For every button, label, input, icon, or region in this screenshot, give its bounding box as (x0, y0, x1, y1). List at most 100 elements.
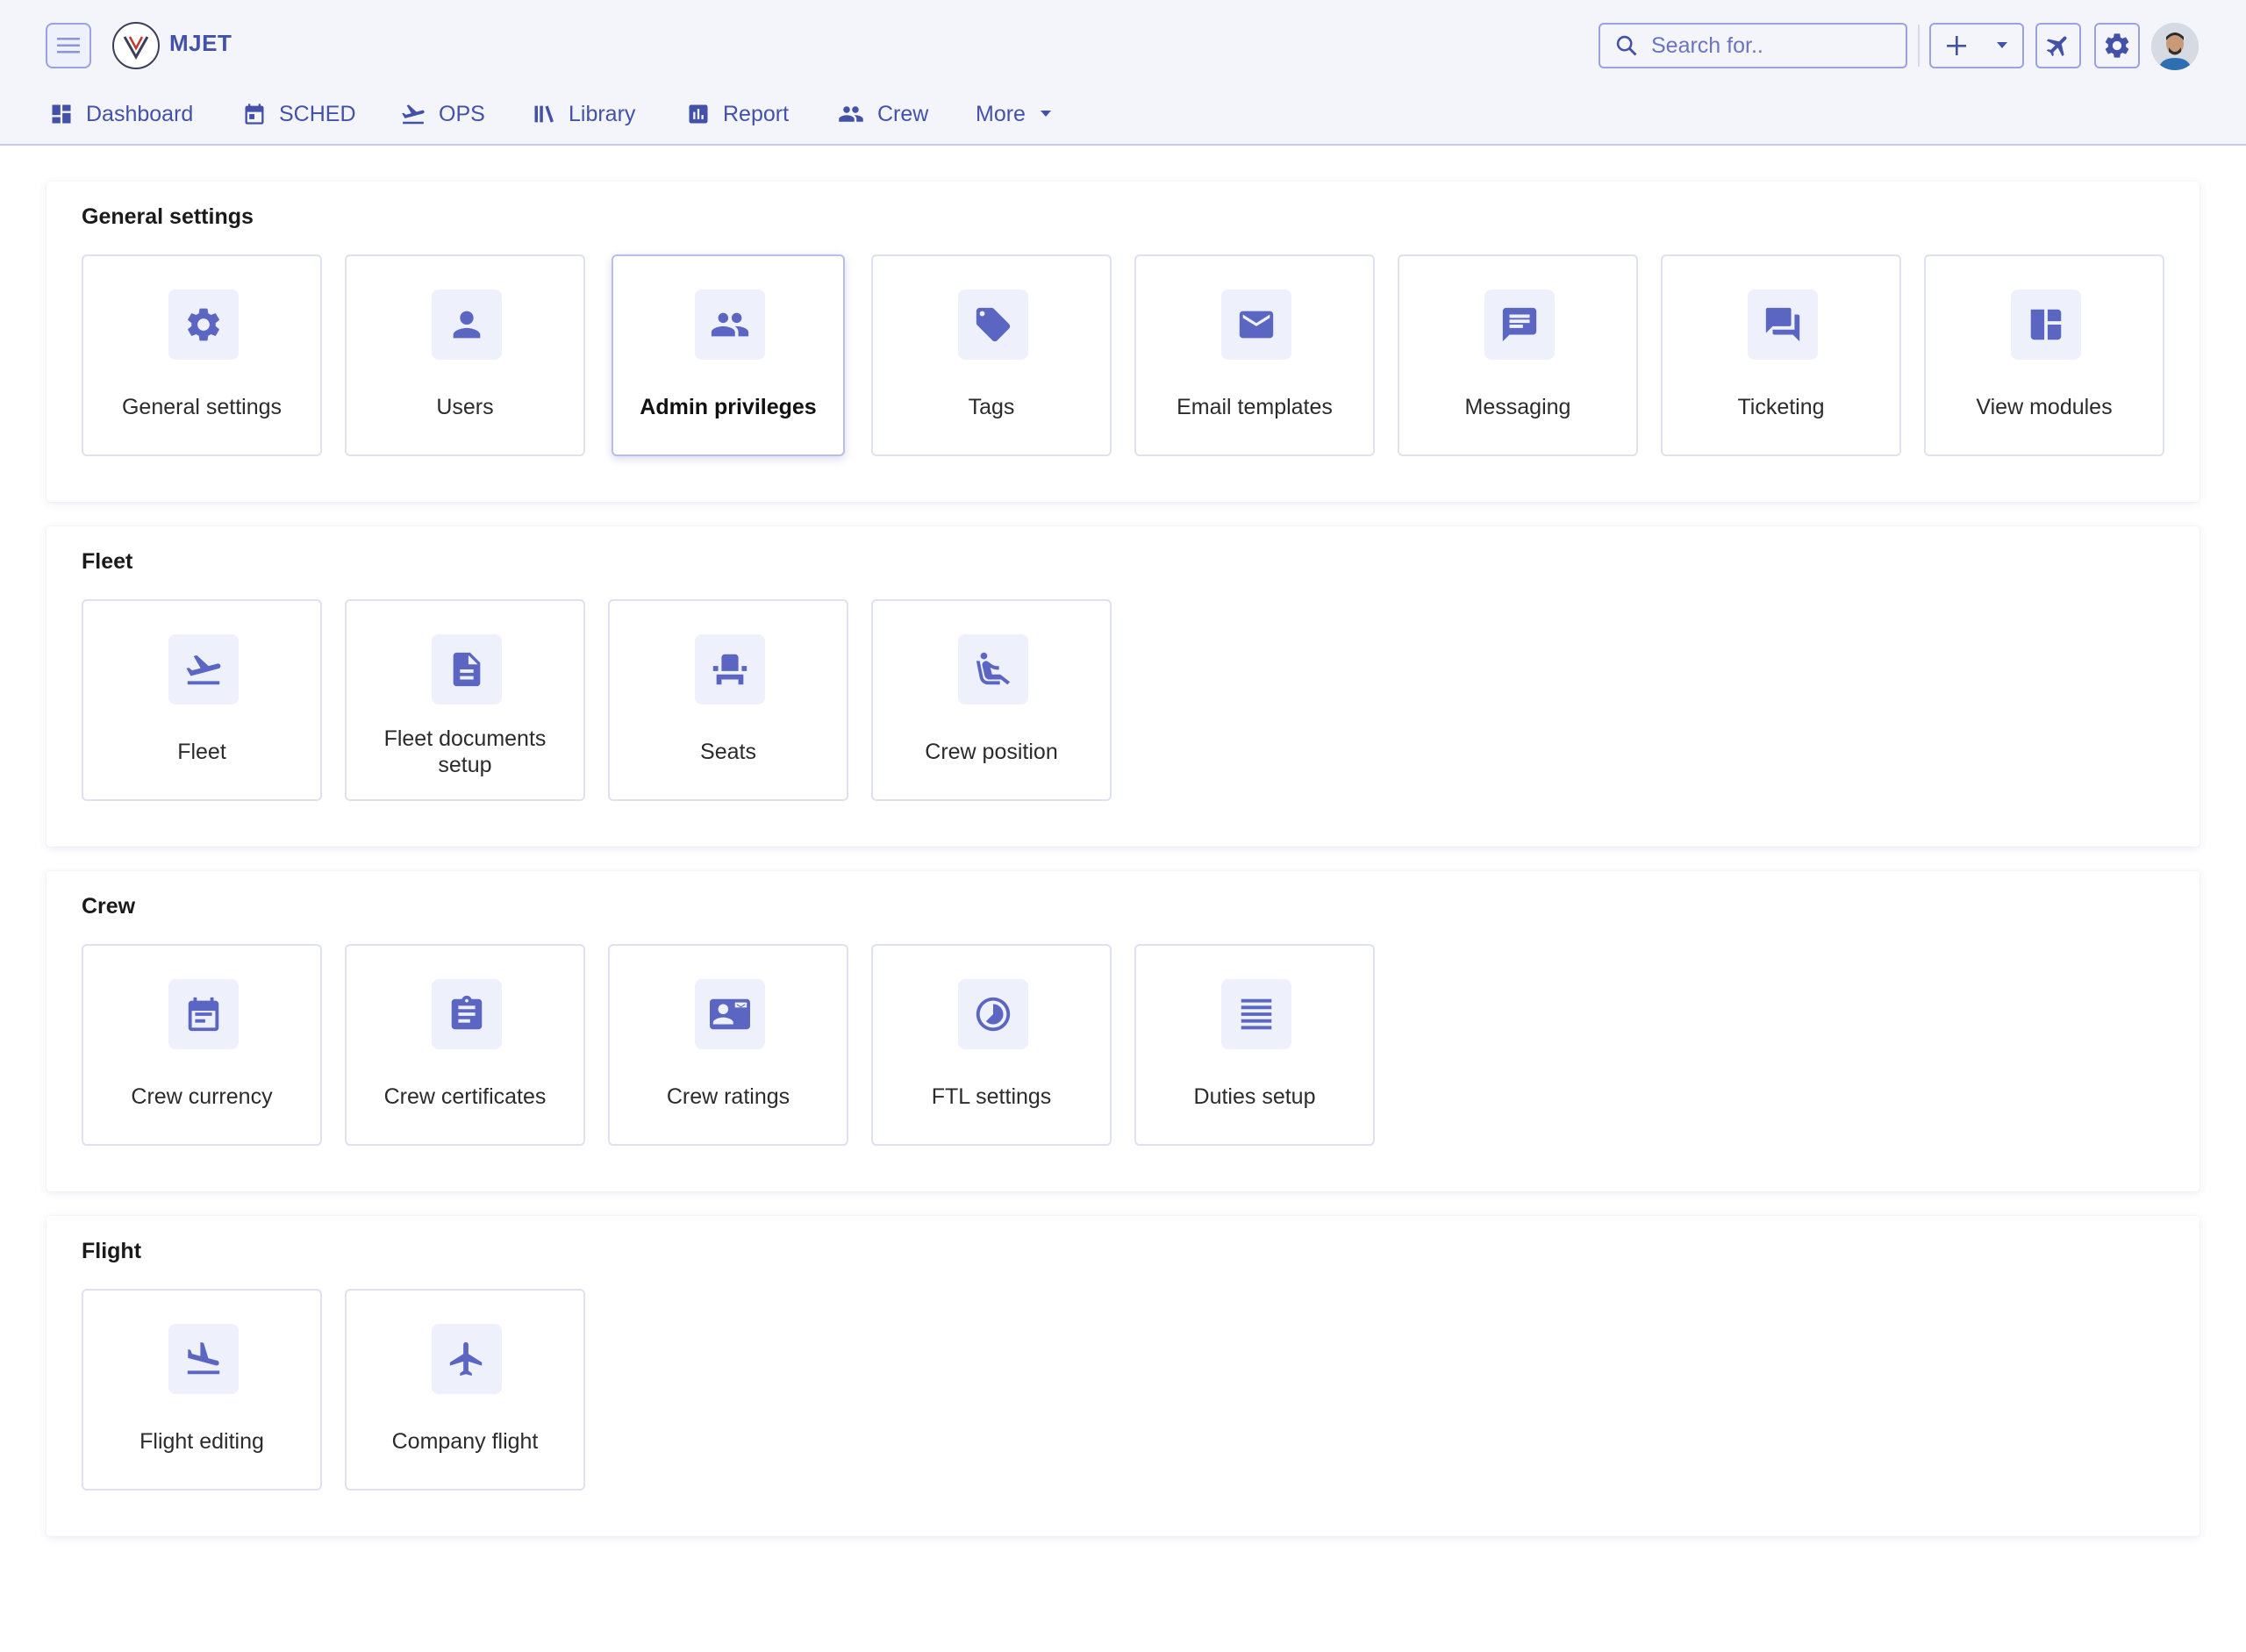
flight-mode-button[interactable] (2035, 23, 2081, 68)
settings-button[interactable] (2094, 23, 2140, 68)
hamburger-icon (57, 38, 80, 54)
caret-down-icon (1040, 111, 1051, 117)
event-calendar-icon (188, 997, 219, 1032)
card-label: Email templates (1177, 395, 1333, 419)
card-label: Crew ratings (666, 1084, 790, 1109)
library-icon (534, 105, 554, 123)
card-icon-box (1221, 290, 1291, 360)
card-view-modules[interactable]: View modules (1924, 254, 2164, 456)
section-title: General settings (82, 204, 254, 229)
card-icon-box (695, 290, 765, 360)
card-label: Crew certificates (383, 1084, 547, 1109)
card-icon-box (432, 1324, 502, 1394)
nav-more-label: More (976, 101, 1026, 126)
card-label: Flight editing (139, 1429, 264, 1454)
card-crew-currency[interactable]: Crew currency (82, 944, 322, 1146)
clipboard-icon (451, 995, 483, 1030)
nav-ops[interactable]: OPS (400, 97, 485, 132)
plus-icon (1947, 36, 1966, 55)
card-label: General settings (121, 395, 283, 419)
card-label: Messaging (1464, 395, 1571, 419)
section-fleet: Fleet Fleet Fleet documents setup Seats … (46, 526, 2200, 847)
card-general-settings[interactable]: General settings (82, 254, 322, 456)
card-label: Company flight (391, 1429, 539, 1454)
card-icon-box (1221, 979, 1291, 1049)
card-icon-box (168, 290, 239, 360)
card-label: Admin privileges (640, 395, 817, 419)
nav-report[interactable]: Report (686, 97, 789, 132)
card-label: Ticketing (1737, 395, 1825, 419)
airplane-icon (449, 1341, 483, 1377)
card-crew-position[interactable]: Crew position (871, 599, 1112, 801)
card-tags[interactable]: Tags (871, 254, 1112, 456)
card-icon-box (958, 290, 1028, 360)
card-seats[interactable]: Seats (608, 599, 848, 801)
card-email-templates[interactable]: Email templates (1134, 254, 1375, 456)
modules-icon (2030, 309, 2062, 340)
caret-down-icon (1997, 42, 2007, 48)
card-label: Fleet documents setup (383, 726, 547, 777)
nav-more[interactable]: More (976, 97, 1052, 132)
search-input[interactable] (1651, 32, 1906, 59)
nav-ops-label: OPS (439, 101, 485, 126)
add-new-button[interactable] (1929, 23, 2024, 68)
card-fleet-documents-setup[interactable]: Fleet documents setup (345, 599, 585, 801)
card-label: Crew position (925, 740, 1058, 764)
card-flight-editing[interactable]: Flight editing (82, 1289, 322, 1491)
hamburger-menu-button[interactable] (46, 23, 91, 68)
card-icon-box (168, 634, 239, 704)
logo-icon (123, 36, 149, 61)
contact-card-icon (710, 998, 750, 1030)
card-users[interactable]: Users (345, 254, 585, 456)
card-icon-box (1484, 290, 1555, 360)
header-divider (1918, 25, 1920, 67)
card-label: View modules (1976, 395, 2113, 419)
card-icon-box (168, 1324, 239, 1394)
card-admin-privileges[interactable]: Admin privileges (612, 254, 845, 456)
card-label: Seats (700, 740, 756, 764)
nav-report-label: Report (723, 101, 790, 126)
search-box[interactable] (1599, 23, 1907, 68)
nav-dashboard-label: Dashboard (86, 101, 194, 126)
nav-sched[interactable]: SCHED (242, 97, 356, 132)
report-icon (689, 104, 708, 124)
document-icon (453, 652, 481, 687)
card-ticketing[interactable]: Ticketing (1661, 254, 1901, 456)
card-icon-box (958, 979, 1028, 1049)
nav-library-label: Library (569, 101, 636, 126)
message-icon (1502, 307, 1537, 342)
lines-icon (1241, 998, 1272, 1030)
card-ftl-settings[interactable]: FTL settings (871, 944, 1112, 1146)
gear-icon (2105, 33, 2129, 58)
top-header: MJET Search for.. Dashboard SCHED OPS Li… (0, 0, 2246, 146)
people-icon (839, 106, 863, 122)
nav-sched-label: SCHED (279, 101, 356, 126)
airplane-icon (2046, 36, 2067, 57)
mail-icon (1239, 311, 1274, 339)
card-label: FTL settings (931, 1084, 1052, 1109)
section-flight: Flight Flight editing Company flight (46, 1216, 2200, 1536)
card-icon-box (695, 979, 765, 1049)
nav-crew[interactable]: Crew (837, 97, 928, 132)
tag-icon (976, 307, 1011, 342)
section-title: Crew (82, 894, 136, 919)
app-title: MJET (169, 30, 232, 56)
card-crew-certificates[interactable]: Crew certificates (345, 944, 585, 1146)
card-label: Duties setup (1193, 1084, 1316, 1109)
card-icon-box (432, 634, 502, 704)
calendar-icon (245, 104, 264, 125)
card-company-flight[interactable]: Company flight (345, 1289, 585, 1491)
app-logo[interactable] (112, 22, 160, 69)
card-messaging[interactable]: Messaging (1398, 254, 1638, 456)
card-duties-setup[interactable]: Duties setup (1134, 944, 1375, 1146)
takeoff-icon (186, 654, 221, 685)
nav-dashboard[interactable]: Dashboard (49, 97, 193, 132)
card-fleet[interactable]: Fleet (82, 599, 322, 801)
gear-icon (188, 308, 219, 341)
card-crew-ratings[interactable]: Crew ratings (608, 944, 848, 1146)
nav-library[interactable]: Library (532, 97, 635, 132)
card-icon-box (432, 290, 502, 360)
card-icon-box (1748, 290, 1818, 360)
card-label: Tags (968, 395, 1015, 419)
user-avatar[interactable] (2151, 23, 2199, 70)
